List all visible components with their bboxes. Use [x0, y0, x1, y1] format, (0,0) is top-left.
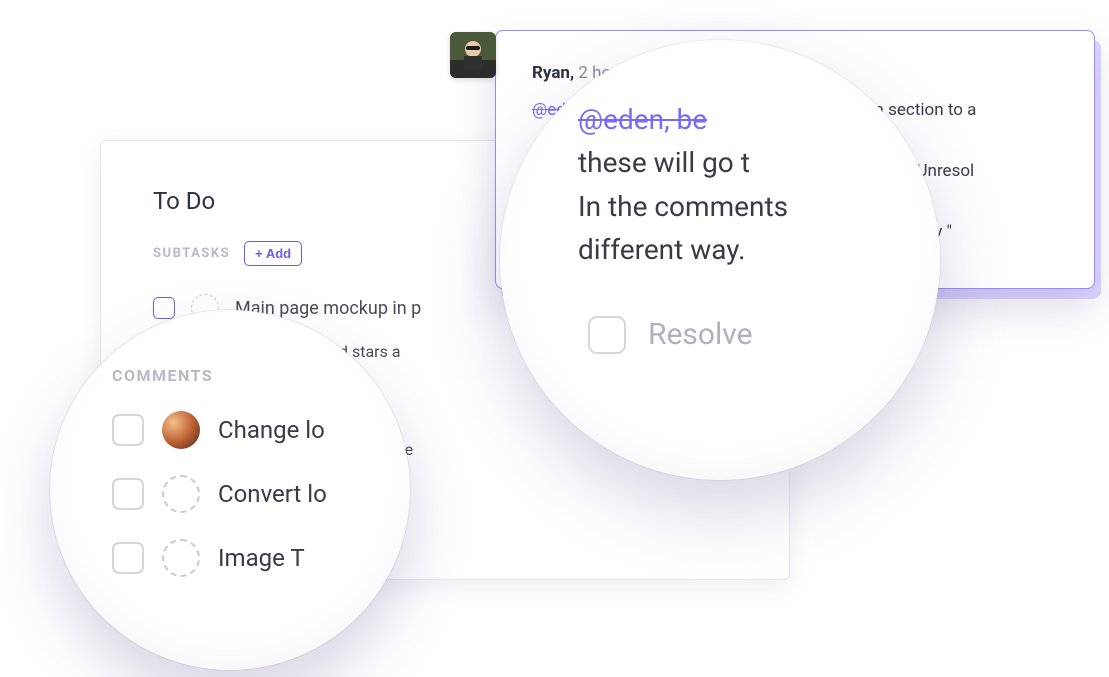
- magnifier-comments: COMMENTS Change lo Convert lo Image T: [50, 310, 410, 670]
- magnified-text-line: different way.: [578, 228, 900, 271]
- add-subtask-button[interactable]: + Add: [244, 241, 302, 266]
- user-avatar[interactable]: [162, 411, 200, 449]
- mention-struck[interactable]: @eden, be: [578, 103, 707, 136]
- magnifier-resolve: @eden, be these will go t In the comment…: [500, 40, 940, 480]
- comment-checkbox[interactable]: [112, 478, 144, 510]
- subtasks-label: SUBTASKS: [153, 246, 230, 261]
- magnified-text-line: these will go t: [578, 141, 900, 184]
- magnified-text-line: In the comments: [578, 185, 900, 228]
- assignee-placeholder-icon[interactable]: [162, 539, 200, 577]
- resolve-row[interactable]: Resolve: [588, 316, 900, 354]
- comment-author-avatar[interactable]: [450, 32, 496, 78]
- comment-checkbox[interactable]: [112, 414, 144, 446]
- magnified-text-line: @eden, be: [578, 98, 900, 141]
- comment-row[interactable]: Convert lo: [112, 475, 366, 513]
- assignee-placeholder-icon[interactable]: [162, 475, 200, 513]
- resolve-checkbox[interactable]: [588, 316, 626, 354]
- comment-row[interactable]: Image T: [112, 539, 366, 577]
- comments-section-label: COMMENTS: [112, 366, 366, 385]
- comment-row-text: Convert lo: [218, 480, 327, 508]
- resolve-label: Resolve: [648, 317, 753, 352]
- task-checkbox[interactable]: [153, 297, 175, 319]
- comment-row-text: Change lo: [218, 416, 325, 444]
- comment-row[interactable]: Change lo: [112, 411, 366, 449]
- comment-checkbox[interactable]: [112, 542, 144, 574]
- comment-author-name: Ryan,: [532, 63, 574, 83]
- comment-row-text: Image T: [218, 544, 305, 572]
